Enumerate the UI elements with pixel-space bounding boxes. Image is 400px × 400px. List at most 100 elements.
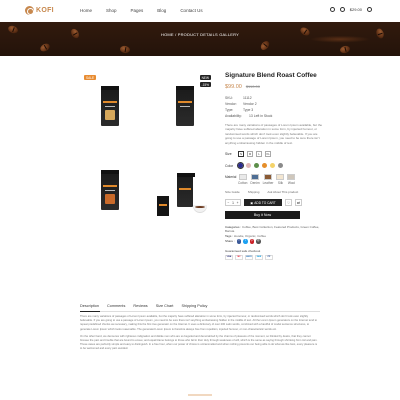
product-meta: SKU: 11112 Vendor: Vendor 2 Type: Type 3 Av…	[225, 95, 325, 119]
header-icons: $29.00	[329, 7, 372, 12]
quantity-value: 1	[232, 200, 234, 205]
material-label: Material	[225, 175, 237, 180]
discount-badge: -15%	[199, 82, 211, 87]
minus-icon[interactable]: −	[228, 201, 230, 205]
logo-text: KOFI	[36, 7, 54, 14]
product-links: Size Guide Shipping Ask About This produ…	[225, 190, 325, 194]
ask-about-link[interactable]: Ask About This product	[267, 190, 298, 194]
material-option[interactable]: Denim	[250, 174, 260, 185]
nav-item-contact[interactable]: Contact Us	[180, 8, 202, 13]
twitter-icon[interactable]: t	[243, 239, 248, 244]
nav-item-pages[interactable]: Pages	[131, 8, 144, 13]
cart-row: − 1 + ▣ ADD TO CART ♡ ⇄	[225, 199, 325, 207]
tab-shipping-policy[interactable]: Shipping Policy	[181, 304, 207, 308]
gallery-image[interactable]: NEW -15%	[155, 72, 215, 140]
old-price: $110.00	[245, 84, 260, 89]
coffee-bean-decoration	[38, 41, 52, 54]
cart-total[interactable]: $29.00	[350, 7, 362, 12]
hero-banner: KOFI Home Shop Pages Blog Contact Us $29…	[0, 0, 400, 56]
buy-now-button[interactable]: Buy it Now	[225, 211, 300, 220]
size-guide-link[interactable]: Size Guide	[225, 190, 240, 194]
color-label: Color	[225, 163, 234, 168]
size-option[interactable]: M	[247, 151, 253, 158]
tab-size-chart[interactable]: Size Chart	[156, 304, 174, 308]
color-swatch[interactable]	[246, 163, 251, 169]
search-icon[interactable]	[329, 7, 335, 12]
visa-icon: VISA	[225, 254, 233, 260]
product-tabs: Description Comments Reviews Size Chart …	[80, 304, 207, 308]
tab-description[interactable]: Description	[80, 304, 99, 308]
gallery-image[interactable]: SALE	[80, 72, 140, 140]
nav-item-shop[interactable]: Shop	[106, 8, 117, 13]
tags-row: Tags : Hoodie, Organic, Coffee	[225, 233, 266, 238]
cart-icon[interactable]	[339, 7, 345, 12]
add-to-cart-button[interactable]: ▣ ADD TO CART	[244, 199, 282, 207]
maestro-icon: MAE	[255, 254, 263, 260]
new-badge: NEW	[199, 75, 211, 80]
material-option[interactable]: Silk	[276, 174, 285, 185]
shipping-link[interactable]: Shipping	[248, 190, 260, 194]
coffee-bag-image	[177, 173, 195, 207]
price-row: $99.00 $110.00	[225, 84, 325, 90]
size-label: Size	[225, 152, 232, 157]
quantity-stepper[interactable]: − 1 +	[225, 199, 241, 207]
mastercard-icon: MC	[235, 254, 243, 260]
breadcrumb: HOME / PRODUCT DETAILS GALLERY	[160, 32, 240, 37]
material-option[interactable]: Cotton	[238, 174, 247, 185]
material-selector: Material Cotton Denim Leather Silk Wool	[225, 174, 325, 185]
share-row: Share : f t p @	[225, 239, 261, 244]
material-option[interactable]: Leather	[263, 174, 273, 185]
coffee-cup-image	[193, 205, 207, 212]
paypal-icon: PP	[265, 254, 273, 260]
product-taxonomy: Categories : Coffee, Best Collection, Fe…	[225, 225, 325, 244]
product-price: $99.00	[225, 84, 242, 90]
categories-row: Categories : Coffee, Best Collection, Fe…	[225, 225, 320, 234]
wishlist-heart-icon[interactable]: ♡	[285, 199, 292, 207]
plus-icon[interactable]: +	[237, 201, 239, 205]
color-swatch[interactable]	[278, 163, 283, 169]
compare-icon[interactable]: ⇄	[295, 199, 302, 207]
coffee-bean-decoration	[339, 44, 351, 55]
product-title: Signature Blend Roast Coffee	[225, 72, 317, 79]
product-gallery: SALE NEW -15%	[80, 72, 220, 224]
main-nav: Home Shop Pages Blog Contact Us	[80, 8, 203, 13]
size-option[interactable]: L	[256, 151, 262, 158]
user-icon[interactable]	[367, 7, 372, 12]
size-option[interactable]: S	[238, 151, 244, 158]
nav-item-home[interactable]: Home	[80, 8, 92, 13]
color-swatch[interactable]	[254, 163, 259, 169]
color-swatch[interactable]	[236, 161, 245, 170]
coffee-bean-decoration	[259, 39, 271, 52]
product-description: There are many variations of passages of…	[225, 123, 323, 145]
gallery-image[interactable]	[155, 156, 215, 224]
size-option[interactable]: XL	[265, 151, 271, 158]
tab-reviews[interactable]: Reviews	[133, 304, 147, 308]
tab-paragraph: On the other hand, we denounce with righ…	[80, 334, 318, 351]
coffee-bag-image	[101, 170, 119, 210]
tab-content: There are many variations of passages of…	[80, 315, 320, 352]
coffee-bag-image	[176, 86, 194, 126]
tab-comments[interactable]: Comments	[107, 304, 125, 308]
active-tab-underline	[80, 310, 100, 312]
gallery-image[interactable]	[80, 156, 140, 224]
color-swatch[interactable]	[270, 163, 275, 169]
sale-badge: SALE	[84, 75, 97, 80]
color-selector: Color	[225, 161, 325, 170]
bag-icon: ▣	[250, 200, 254, 205]
tab-paragraph: There are many variations of passages of…	[80, 315, 318, 331]
size-selector: Size S M L XL	[225, 151, 325, 158]
color-swatch[interactable]	[262, 163, 267, 169]
coffee-cup-icon	[25, 6, 34, 15]
coffee-bag-image	[101, 86, 119, 126]
site-logo[interactable]: KOFI	[25, 6, 54, 15]
amex-icon: AMEX	[245, 254, 253, 260]
email-icon[interactable]: @	[256, 239, 261, 244]
material-option[interactable]: Wool	[287, 174, 296, 185]
nav-item-blog[interactable]: Blog	[157, 8, 166, 13]
coffee-bean-decoration	[119, 45, 131, 54]
guarantee-text: Guaranteed safe checkout	[225, 248, 261, 253]
coffee-bag-small-image	[157, 196, 169, 216]
section-divider	[188, 394, 212, 396]
facebook-icon[interactable]: f	[236, 239, 242, 244]
pinterest-icon[interactable]: p	[249, 239, 255, 244]
